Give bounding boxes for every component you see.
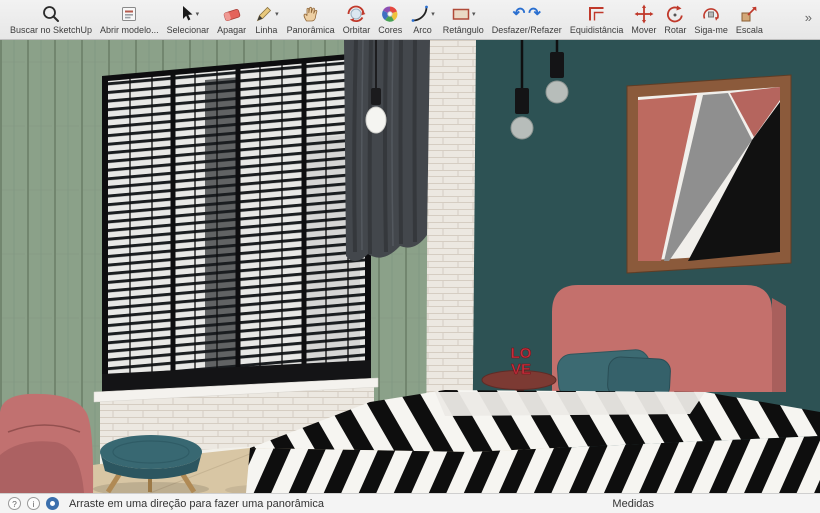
status-hint-text: Arraste em uma direção para fazer uma pa… xyxy=(69,498,324,510)
tool-desfazer-refazer[interactable]: ↶ ↷ Desfazer/Refazer xyxy=(492,4,562,35)
search-icon xyxy=(41,4,61,23)
orbit-icon xyxy=(346,4,366,23)
tool-buscar-no-sketchup[interactable]: Buscar no SketchUp xyxy=(10,4,92,35)
pan-hand-icon xyxy=(301,4,321,23)
open-model-icon xyxy=(119,4,139,23)
eraser-icon xyxy=(222,4,242,23)
undo-icon: ↶ xyxy=(513,5,526,22)
tool-apagar[interactable]: Apagar xyxy=(217,4,246,35)
tool-rotar[interactable]: Rotar xyxy=(664,4,686,35)
dropdown-caret-icon: ▾ xyxy=(431,10,435,18)
arc-icon: ▾ xyxy=(410,4,435,23)
status-bar: ? i Arraste em uma direção para fazer um… xyxy=(0,493,820,513)
armchair[interactable] xyxy=(0,394,93,493)
redo-icon: ↷ xyxy=(528,5,541,22)
toolbar-overflow-chevron[interactable]: » xyxy=(805,10,812,25)
dropdown-caret-icon: ▾ xyxy=(275,10,279,18)
tool-abrir-modelo[interactable]: Abrir modelo... xyxy=(100,4,159,35)
pencil-icon: ▾ xyxy=(254,4,279,23)
geolocation-dot xyxy=(50,501,55,506)
tool-mover[interactable]: Mover xyxy=(631,4,656,35)
tool-orbitar[interactable]: Orbitar xyxy=(343,4,371,35)
measurements-input[interactable] xyxy=(662,497,812,511)
tool-cores[interactable]: Cores xyxy=(378,4,402,35)
sketchup-app-window: Buscar no SketchUp Abrir modelo... ▾ Sel… xyxy=(0,0,820,513)
tool-arco[interactable]: ▾ Arco xyxy=(410,4,435,35)
tool-panoramica[interactable]: Panorâmica xyxy=(287,4,335,35)
tool-selecionar[interactable]: ▾ Selecionar xyxy=(167,4,210,35)
love-sculpture[interactable]: LO VE xyxy=(511,345,532,378)
move-icon xyxy=(634,4,654,23)
main-toolbar: Buscar no SketchUp Abrir modelo... ▾ Sel… xyxy=(0,0,820,40)
rectangle-icon: ▾ xyxy=(451,4,476,23)
viewport-3d[interactable]: LO VE xyxy=(0,40,820,493)
ottoman-stool[interactable] xyxy=(100,435,202,492)
bed-headboard-side xyxy=(772,298,786,392)
dropdown-caret-icon: ▾ xyxy=(196,10,200,18)
tool-linha[interactable]: ▾ Linha xyxy=(254,4,279,35)
measurements-label: Medidas xyxy=(612,498,654,510)
help-icon[interactable]: ? xyxy=(8,497,21,510)
dropdown-caret-icon: ▾ xyxy=(472,10,476,18)
color-wheel-icon xyxy=(380,4,400,23)
tool-retangulo[interactable]: ▾ Retângulo xyxy=(443,4,484,35)
window-blinds[interactable] xyxy=(94,52,378,402)
svg-text:VE: VE xyxy=(511,361,531,378)
offset-icon xyxy=(587,4,607,23)
bed-sheet-fold xyxy=(435,392,705,416)
rotate-icon xyxy=(665,4,685,23)
follow-me-icon xyxy=(701,4,721,23)
wall-art-frame[interactable] xyxy=(627,75,791,273)
tool-equidistancia[interactable]: Equidistância xyxy=(570,4,624,35)
geolocation-icon[interactable] xyxy=(46,497,59,510)
tool-escala[interactable]: Escala xyxy=(736,4,763,35)
scale-icon xyxy=(739,4,759,23)
curtain[interactable] xyxy=(344,40,430,261)
select-cursor-icon: ▾ xyxy=(177,4,200,23)
tool-siga-me[interactable]: Siga-me xyxy=(694,4,728,35)
svg-text:LO: LO xyxy=(511,345,532,362)
info-icon[interactable]: i xyxy=(27,497,40,510)
